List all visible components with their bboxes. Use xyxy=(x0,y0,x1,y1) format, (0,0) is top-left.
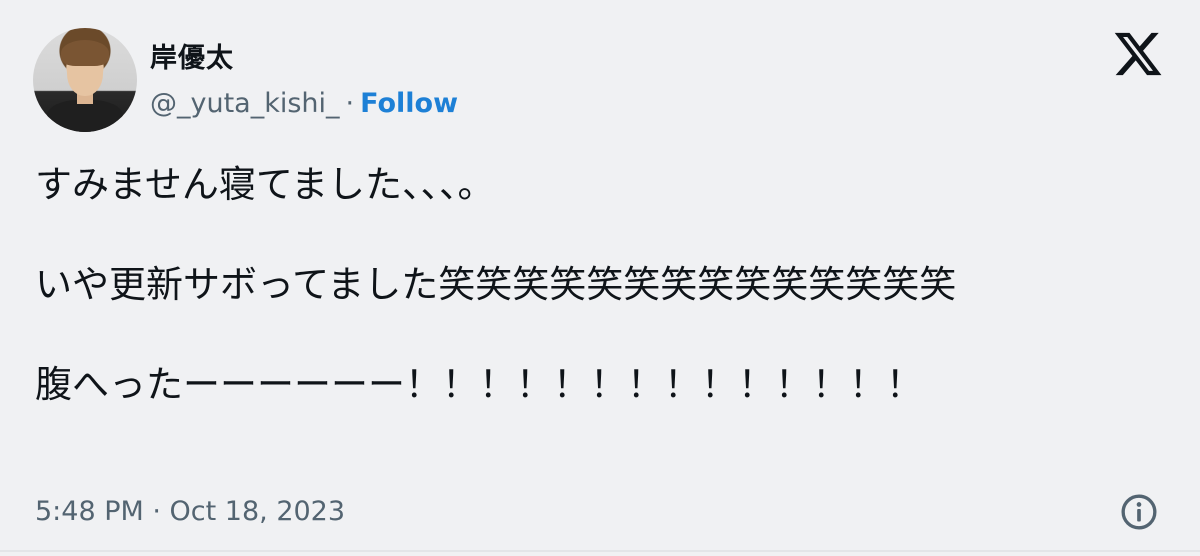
x-logo-icon[interactable] xyxy=(1112,28,1164,80)
tweet-line-3: 腹へったーーーーーー！！！！！！！！！！！！！！ xyxy=(35,363,923,406)
info-icon[interactable] xyxy=(1119,492,1159,532)
tweet-line-1: すみません寝てました、、、。 xyxy=(35,163,495,206)
follow-button[interactable]: Follow xyxy=(360,88,458,119)
tweet-card: 岸優太 @_yuta_kishi_ · Follow すみません寝てました、、、。 … xyxy=(0,0,1200,556)
tweet-text: すみません寝てました、、、。 いや更新サボってました笑笑笑笑笑笑笑笑笑笑笑笑笑笑… xyxy=(35,160,1155,410)
avatar-hair xyxy=(61,40,109,66)
avatar[interactable] xyxy=(33,28,137,132)
separator-dot: · xyxy=(345,88,355,119)
tweet-line-2: いや更新サボってました笑笑笑笑笑笑笑笑笑笑笑笑笑笑 xyxy=(35,263,957,306)
author-handle-row: @_yuta_kishi_ · Follow xyxy=(150,88,458,119)
author-name[interactable]: 岸優太 xyxy=(150,36,234,75)
author-handle[interactable]: @_yuta_kishi_ xyxy=(150,88,340,119)
divider xyxy=(0,550,1200,552)
tweet-timestamp[interactable]: 5:48 PM · Oct 18, 2023 xyxy=(35,496,345,527)
avatar-body xyxy=(47,100,123,132)
